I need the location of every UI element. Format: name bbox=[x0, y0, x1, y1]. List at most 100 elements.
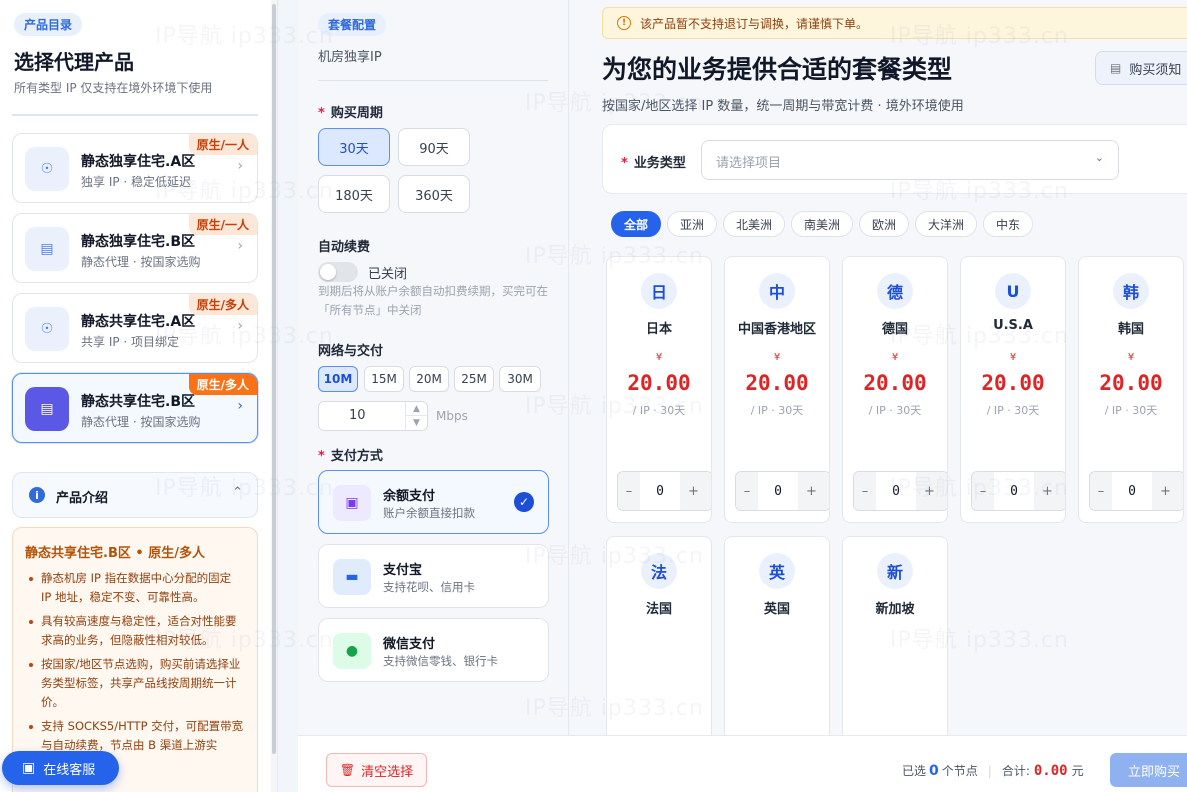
price-unit: / IP · 30天 bbox=[868, 404, 922, 417]
description-item: 具有较高速度与稳定性，适合对性能要求高的业务，但隐蔽性相对较低。 bbox=[25, 612, 245, 650]
region-tab[interactable]: 欧洲 bbox=[859, 211, 909, 237]
region-tab[interactable]: 北美洲 bbox=[723, 211, 785, 237]
country-card[interactable]: 日 日本 ¥ 20.00 / IP · 30天 – 0 + bbox=[606, 256, 712, 523]
period-option[interactable]: 360天 bbox=[398, 175, 470, 213]
minus-icon[interactable]: – bbox=[1090, 472, 1112, 510]
quantity-stepper[interactable]: – 0 + bbox=[971, 471, 1065, 511]
currency-symbol: ¥ bbox=[773, 352, 781, 363]
ticket-icon: ▤ bbox=[25, 387, 69, 431]
quantity-value[interactable]: 0 bbox=[640, 472, 680, 510]
chevron-down-icon[interactable]: ▼ bbox=[406, 416, 427, 430]
region-tab[interactable]: 全部 bbox=[611, 211, 661, 237]
currency-symbol: ¥ bbox=[1127, 352, 1135, 363]
auto-renew-label: 自动续费 bbox=[318, 240, 371, 255]
bandwidth-option[interactable]: 25M bbox=[454, 366, 494, 392]
document-icon: ▤ bbox=[1110, 61, 1122, 75]
bandwidth-option[interactable]: 20M bbox=[409, 366, 449, 392]
plus-icon[interactable]: + bbox=[680, 472, 711, 510]
product-desc: 静态代理 · 按国家选购 bbox=[81, 415, 201, 429]
product-tag: 原生/多人 bbox=[188, 374, 257, 395]
page-title: 为您的业务提供合适的套餐类型 bbox=[602, 55, 953, 84]
payment-balance[interactable]: ▣ 余额支付 账户余额直接扣款 ✓ bbox=[318, 470, 549, 534]
product-intro-toggle[interactable]: i 产品介绍 ⌃ bbox=[12, 472, 258, 518]
payment-wechat[interactable]: ● 微信支付 支持微信零钱、银行卡 bbox=[318, 618, 549, 682]
minus-icon[interactable]: – bbox=[736, 472, 758, 510]
chevron-right-icon: › bbox=[237, 238, 243, 254]
page-subtitle: 按国家/地区选择 IP 数量，统一周期与带宽计费 · 境外环境使用 bbox=[602, 99, 964, 114]
region-tab[interactable]: 亚洲 bbox=[667, 211, 717, 237]
toggle-knob bbox=[320, 264, 336, 280]
quantity-value[interactable]: 0 bbox=[876, 472, 916, 510]
product-name: 静态共享住宅.B区 bbox=[81, 394, 195, 410]
country-card[interactable]: 中 中国香港地区 ¥ 20.00 / IP · 30天 – 0 + bbox=[724, 256, 830, 523]
product-desc: 共享 IP · 项目绑定 bbox=[81, 335, 180, 349]
quantity-stepper[interactable]: – 0 + bbox=[617, 471, 711, 511]
ticket-icon: ▤ bbox=[25, 227, 69, 271]
online-support-button[interactable]: ▣ 在线客服 bbox=[2, 751, 119, 785]
plus-icon[interactable]: + bbox=[916, 472, 947, 510]
region-tab[interactable]: 大洋洲 bbox=[915, 211, 977, 237]
description-title: 静态共享住宅.B区 • 原生/多人 bbox=[25, 546, 205, 561]
minus-icon[interactable]: – bbox=[618, 472, 640, 510]
region-tab[interactable]: 中东 bbox=[983, 211, 1033, 237]
quantity-value[interactable]: 0 bbox=[994, 472, 1034, 510]
bandwidth-option[interactable]: 15M bbox=[364, 366, 404, 392]
bandwidth-option[interactable]: 10M bbox=[318, 366, 358, 392]
payment-sub: 支持微信零钱、银行卡 bbox=[383, 654, 498, 668]
scrollbar[interactable] bbox=[271, 0, 277, 792]
auto-renew-toggle[interactable] bbox=[318, 262, 358, 282]
country-price: 20.00 bbox=[981, 371, 1045, 395]
clear-selection-button[interactable]: 🗑 清空选择 bbox=[326, 753, 427, 787]
quantity-stepper[interactable]: – 0 + bbox=[735, 471, 829, 511]
bandwidth-option[interactable]: 30M bbox=[499, 366, 541, 392]
description-item: 按国家/地区节点选购，购买前请选择业务类型标签，共享产品线按周期统一计价。 bbox=[25, 655, 245, 712]
price-unit: / IP · 30天 bbox=[750, 404, 804, 417]
divider bbox=[318, 80, 548, 81]
period-option[interactable]: 30天 bbox=[318, 128, 390, 166]
currency-symbol: ¥ bbox=[891, 352, 899, 363]
alert-text: 该产品暂不支持退订与调换，请谨慎下单。 bbox=[640, 16, 869, 31]
plus-icon[interactable]: + bbox=[798, 472, 829, 510]
minus-icon[interactable]: – bbox=[972, 472, 994, 510]
payment-alipay[interactable]: ▬ 支付宝 支持花呗、信用卡 bbox=[318, 544, 549, 608]
country-card[interactable]: 德 德国 ¥ 20.00 / IP · 30天 – 0 + bbox=[842, 256, 948, 523]
purchase-notice-button[interactable]: ▤ 购买须知 bbox=[1095, 51, 1187, 85]
quantity-stepper[interactable]: – 0 + bbox=[1089, 471, 1183, 511]
purchase-notice-label: 购买须知 bbox=[1129, 62, 1182, 78]
product-card[interactable]: ▤ 静态独享住宅.B区 静态代理 · 按国家选购 原生/一人 › bbox=[12, 213, 258, 283]
bandwidth-input[interactable]: 10 ▲ ▼ bbox=[318, 401, 428, 431]
quantity-value[interactable]: 0 bbox=[1112, 472, 1152, 510]
buy-now-button[interactable]: 立即购买 bbox=[1110, 753, 1187, 787]
product-card[interactable]: ☉ 静态共享住宅.A区 共享 IP · 项目绑定 原生/多人 › bbox=[12, 293, 258, 363]
chevron-right-icon: › bbox=[237, 398, 243, 414]
bandwidth-spinner[interactable]: ▲ ▼ bbox=[405, 402, 427, 430]
price-unit: / IP · 30天 bbox=[1104, 404, 1158, 417]
period-option[interactable]: 180天 bbox=[318, 175, 390, 213]
minus-icon[interactable]: – bbox=[854, 472, 876, 510]
chevron-up-icon[interactable]: ▲ bbox=[406, 402, 427, 416]
region-tab[interactable]: 南美洲 bbox=[791, 211, 853, 237]
scrollbar-thumb[interactable] bbox=[272, 4, 276, 754]
chevron-right-icon: › bbox=[237, 318, 243, 334]
product-intro-label: 产品介绍 bbox=[56, 491, 109, 506]
chevron-up-icon: ⌃ bbox=[232, 485, 243, 500]
check-icon: ✓ bbox=[514, 492, 534, 512]
message-icon: ● bbox=[333, 633, 371, 669]
product-card[interactable]: ☉ 静态独享住宅.A区 独享 IP · 稳定低延迟 原生/一人 › bbox=[12, 133, 258, 203]
quantity-value[interactable]: 0 bbox=[758, 472, 798, 510]
product-tag: 原生/一人 bbox=[188, 134, 257, 155]
quantity-stepper[interactable]: – 0 + bbox=[853, 471, 947, 511]
country-card[interactable]: U U.S.A ¥ 20.00 / IP · 30天 – 0 + bbox=[960, 256, 1066, 523]
plus-icon[interactable]: + bbox=[1034, 472, 1065, 510]
product-desc: 独享 IP · 稳定低延迟 bbox=[81, 175, 192, 189]
period-option[interactable]: 90天 bbox=[398, 128, 470, 166]
plus-icon[interactable]: + bbox=[1152, 472, 1183, 510]
country-name: 新加坡 bbox=[875, 602, 915, 617]
product-card-selected[interactable]: ▤ 静态共享住宅.B区 静态代理 · 按国家选购 原生/多人 › bbox=[12, 373, 258, 443]
business-type-select[interactable]: 请选择项目 ⌄ bbox=[701, 140, 1119, 180]
product-name: 静态独享住宅.B区 bbox=[81, 234, 195, 250]
country-name: 英国 bbox=[763, 602, 790, 617]
country-card[interactable]: 韩 韩国 ¥ 20.00 / IP · 30天 – 0 + bbox=[1078, 256, 1184, 523]
auto-renew-state: 已关闭 bbox=[368, 267, 408, 282]
auto-renew-note: 到期后将从账户余额自动扣费续期，买完可在「所有节点」中关闭 bbox=[318, 284, 548, 317]
